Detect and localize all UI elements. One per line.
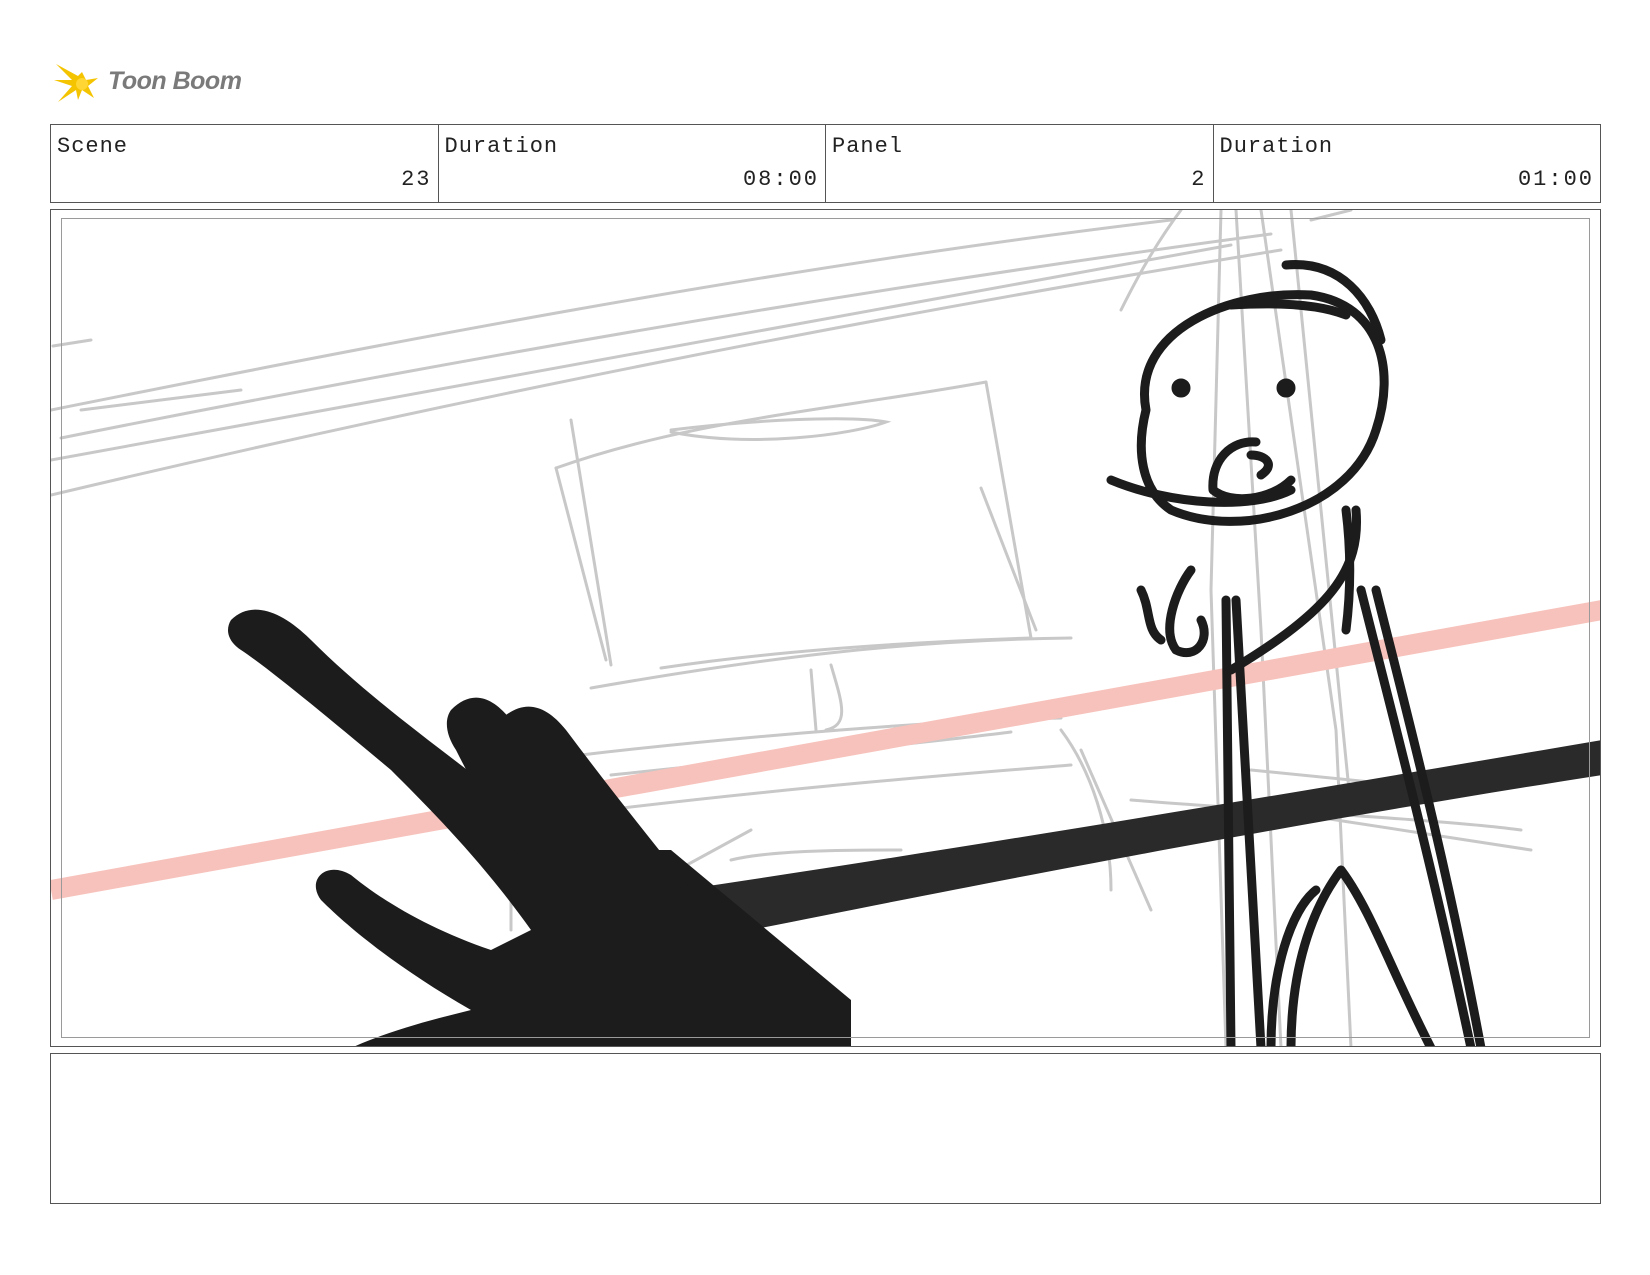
scene-duration-value: 08:00 <box>742 167 819 192</box>
storyboard-panel[interactable] <box>50 209 1601 1047</box>
panel-number: 2 <box>1191 167 1207 192</box>
panel-duration-cell: Duration 01:00 <box>1214 125 1601 202</box>
panel-notes-text <box>51 1054 1600 1074</box>
starburst-icon <box>54 64 98 102</box>
pole-stroke <box>681 740 1600 930</box>
scene-label: Scene <box>57 134 129 159</box>
panel-notes-box[interactable] <box>50 1053 1601 1204</box>
scene-duration-label: Duration <box>444 134 559 159</box>
panel-info-table: Scene 23 Duration 08:00 Panel 2 Duration… <box>50 124 1601 203</box>
panel-duration-value: 01:00 <box>1517 167 1594 192</box>
panel-label: Panel <box>832 134 904 159</box>
toon-boom-logo: Toon Boom <box>52 56 252 108</box>
panel-cell: Panel 2 <box>826 125 1214 202</box>
logo-text: Toon Boom <box>108 67 242 95</box>
hand-silhouette <box>228 609 851 1046</box>
scene-cell: Scene 23 <box>51 125 439 202</box>
scene-duration-cell: Duration 08:00 <box>439 125 826 202</box>
panel-sketch <box>51 210 1600 1046</box>
scene-number: 23 <box>401 167 432 192</box>
panel-duration-label: Duration <box>1219 134 1334 159</box>
